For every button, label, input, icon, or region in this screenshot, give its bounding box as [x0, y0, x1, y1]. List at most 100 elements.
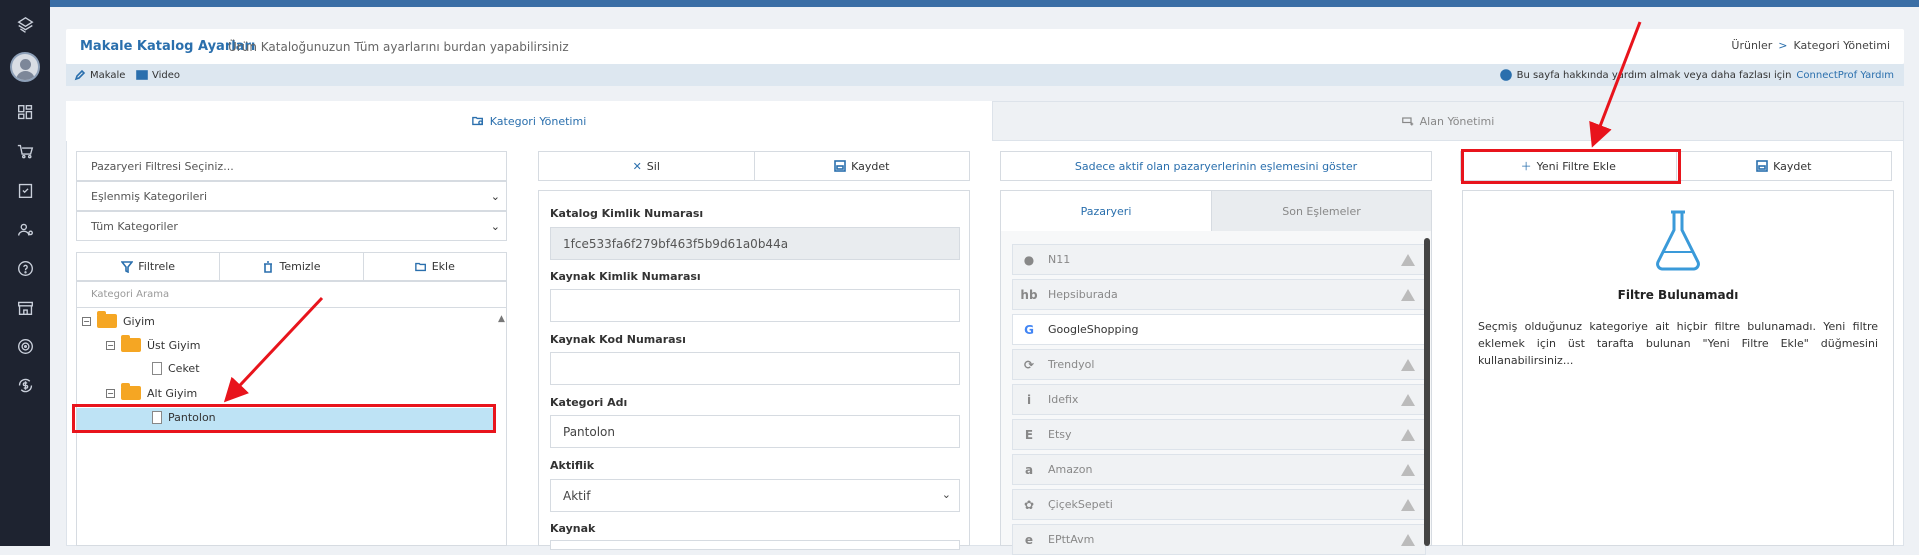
sidebar [0, 0, 50, 546]
article-link[interactable]: Makale [74, 69, 125, 81]
folder-open-icon [414, 262, 426, 271]
tab-recent-mappings[interactable]: Son Eşlemeler [1211, 191, 1431, 231]
collapse-icon[interactable]: − [82, 316, 91, 326]
add-button[interactable]: Ekle [364, 253, 506, 280]
video-link[interactable]: Video [136, 69, 180, 81]
cart-icon[interactable] [14, 140, 36, 162]
warning-icon [1401, 254, 1415, 266]
avatar[interactable] [10, 52, 40, 82]
clear-button[interactable]: Temizle [220, 253, 364, 280]
empty-filter-title: Filtre Bulunamadı [1617, 288, 1739, 302]
question-icon [1499, 69, 1512, 81]
delete-button[interactable]: ✕ Sil [539, 152, 755, 180]
marketplace-item-trendyol[interactable]: ⟳ Trendyol [1012, 349, 1426, 380]
kaynak-id-field[interactable] [550, 289, 960, 322]
warning-icon [1401, 359, 1415, 371]
kaynak-kod-label: Kaynak Kod Numarası [550, 333, 686, 346]
marketplace-item-hepsiburada[interactable]: hb Hepsiburada [1012, 279, 1426, 310]
collapse-icon[interactable]: − [106, 388, 115, 398]
kaynak-id-label: Kaynak Kimlik Numarası [550, 270, 701, 283]
tab-marketplace[interactable]: Pazaryeri [1001, 191, 1211, 231]
breadcrumb-item[interactable]: Kategori Yönetimi [1794, 39, 1891, 52]
hepsiburada-logo-icon: hb [1020, 287, 1038, 302]
marketplace-item-n11[interactable]: ● N11 [1012, 244, 1426, 275]
mapped-categories-select[interactable]: Eşlenmiş Kategorileri ⌄ [76, 181, 507, 211]
help-link[interactable]: ConnectProf Yardım [1796, 70, 1894, 81]
kategori-adi-field[interactable]: Pantolon [550, 415, 960, 448]
aktiflik-select[interactable]: Aktif ⌄ [550, 479, 960, 512]
page-subtitle: Ürün Kataloğunuzun Tüm ayarlarını burdan… [228, 40, 569, 54]
breadcrumb: Ürünler > Kategori Yönetimi [1731, 39, 1890, 52]
marketplace-item-label: Idefix [1048, 393, 1079, 406]
marketplace-item-epttavm[interactable]: e EPttAvm [1012, 524, 1426, 555]
help-icon[interactable] [14, 257, 36, 279]
marketplace-item-etsy[interactable]: E Etsy [1012, 419, 1426, 450]
marketplace-scrollbar[interactable] [1424, 238, 1430, 546]
warning-icon [1401, 289, 1415, 301]
tree-node-ceket[interactable]: Ceket [152, 362, 200, 375]
çiçeksepeti-logo-icon: ✿ [1023, 497, 1035, 512]
users-settings-icon[interactable] [14, 218, 36, 240]
breadcrumb-item[interactable]: Ürünler [1731, 39, 1772, 52]
tree-node-ust-giyim[interactable]: − Üst Giyim [106, 335, 200, 352]
annotation-box-new-filter [1461, 149, 1681, 184]
dashboard-icon[interactable] [14, 101, 36, 123]
help-text: Bu sayfa hakkında yardım almak veya daha… [1499, 69, 1894, 81]
marketplace-item-idefix[interactable]: i Idefix [1012, 384, 1426, 415]
chevron-down-icon: ⌄ [490, 220, 500, 233]
tree-node-alt-giyim[interactable]: − Alt Giyim [106, 383, 197, 400]
filter-button[interactable]: Filtrele [77, 253, 221, 280]
kaynak-field[interactable] [550, 540, 960, 550]
only-active-toggle-button[interactable]: Sadece aktif olan pazaryerlerinin eşleme… [1000, 151, 1432, 181]
marketplace-item-label: Etsy [1048, 428, 1072, 441]
tree-node-giyim[interactable]: − Giyim [82, 311, 155, 328]
warning-icon [1401, 464, 1415, 476]
tree-scroll-up-icon[interactable]: ▲ [498, 314, 505, 324]
all-categories-select[interactable]: Tüm Kategoriler ⌄ [76, 211, 507, 241]
marketplace-item-label: ÇiçekSepeti [1048, 498, 1113, 511]
warning-icon [1401, 499, 1415, 511]
marketplace-item-label: Trendyol [1048, 358, 1095, 371]
floppy-icon [834, 160, 846, 172]
folder-icon [97, 311, 117, 328]
folder-icon [121, 383, 141, 400]
tab-field-management[interactable]: Alan Yönetimi [992, 101, 1904, 141]
trash-icon [264, 260, 273, 273]
help-bar: Makale Video Bu sayfa hakkında yardım al… [66, 64, 1904, 86]
flask-icon [1656, 210, 1700, 271]
save-filters-button[interactable]: Kaydet [1677, 152, 1892, 180]
video-icon [136, 70, 148, 80]
warning-icon [1401, 534, 1415, 546]
googleshopping-logo-icon: G [1024, 322, 1034, 337]
marketplace-item-çiçeksepeti[interactable]: ✿ ÇiçekSepeti [1012, 489, 1426, 520]
tab-category-management[interactable]: Kategori Yönetimi [66, 101, 992, 141]
currency-sync-icon[interactable] [14, 374, 36, 396]
marketplace-item-label: GoogleShopping [1048, 323, 1139, 336]
breadcrumb-separator: > [1778, 39, 1788, 52]
marketplace-item-label: Hepsiburada [1048, 288, 1118, 301]
warning-icon [1401, 394, 1415, 406]
annotation-box-pantolon [72, 404, 496, 433]
katalog-id-label: Katalog Kimlik Numarası [550, 207, 704, 220]
epttavm-logo-icon: e [1024, 532, 1034, 547]
chevron-down-icon: ⌄ [941, 488, 951, 501]
amazon-logo-icon: a [1024, 462, 1034, 477]
logo-icon[interactable] [14, 14, 36, 36]
idefix-logo-icon: i [1026, 392, 1032, 407]
clipboard-check-icon[interactable] [14, 179, 36, 201]
marketplace-item-googleshopping[interactable]: G GoogleShopping [1012, 314, 1426, 345]
marketplace-item-amazon[interactable]: a Amazon [1012, 454, 1426, 485]
empty-filter-text: Seçmiş olduğunuz kategoriye ait hiçbir f… [1478, 320, 1878, 367]
collapse-icon[interactable]: − [106, 340, 115, 350]
etsy-logo-icon: E [1024, 427, 1034, 442]
marketplace-filter-select[interactable]: Pazaryeri Filtresi Seçiniz... [76, 151, 507, 181]
trendyol-logo-icon: ⟳ [1023, 357, 1035, 372]
store-icon[interactable] [14, 296, 36, 318]
category-search-input[interactable]: Kategori Arama [76, 281, 507, 308]
target-icon[interactable] [14, 335, 36, 357]
kaynak-label: Kaynak [550, 522, 596, 535]
kaynak-kod-field[interactable] [550, 352, 960, 385]
top-accent-line [0, 0, 1919, 7]
save-button[interactable]: Kaydet [755, 152, 970, 180]
page-header: Makale Katalog Ayarları Ürün Kataloğunuz… [66, 29, 1904, 64]
